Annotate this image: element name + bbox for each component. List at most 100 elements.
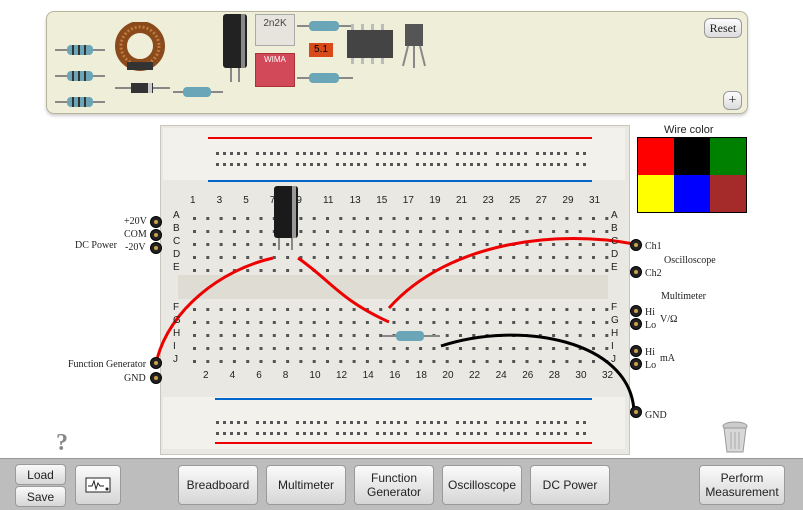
oscilloscope-title: Oscilloscope: [664, 255, 716, 266]
trash-icon[interactable]: [720, 420, 750, 454]
oscilloscope-icon: [85, 477, 111, 493]
osc-ch2-label: Ch2: [645, 268, 662, 279]
column-number: 8: [282, 370, 289, 381]
column-number: 14: [362, 370, 374, 381]
mm-hi2-label: Hi: [645, 347, 655, 358]
mm-lo2-label: Lo: [645, 360, 657, 371]
column-number: 27: [535, 195, 547, 206]
column-number: 23: [482, 195, 494, 206]
wire-red[interactable]: [387, 237, 635, 310]
column-number: 22: [469, 370, 481, 381]
column-number: 13: [349, 195, 361, 206]
wire-color-yellow[interactable]: [638, 175, 674, 212]
osc-ch1-label: Ch1: [645, 241, 662, 252]
column-number: 32: [602, 370, 614, 381]
column-number: 26: [522, 370, 534, 381]
row-label: D: [173, 249, 181, 260]
dc-minus-label: -20V: [125, 242, 146, 253]
placed-resistor[interactable]: [396, 331, 424, 341]
function-generator-title: Function Generator: [68, 359, 147, 370]
column-number: 29: [562, 195, 574, 206]
breadboard-button[interactable]: Breadboard: [178, 465, 258, 505]
column-number: 9: [296, 195, 302, 206]
fg-signal-terminal[interactable]: [150, 357, 162, 369]
dc-plus-label: +20V: [124, 216, 147, 227]
mm-hi-volt-terminal[interactable]: [630, 305, 642, 317]
fg-gnd-label: GND: [124, 373, 146, 384]
column-number: 30: [575, 370, 587, 381]
fg-gnd-terminal[interactable]: [150, 372, 162, 384]
dc-power-button[interactable]: DC Power: [530, 465, 610, 505]
row-label: I: [611, 341, 614, 352]
row-label: F: [173, 302, 180, 313]
row-label: I: [173, 341, 176, 352]
mm-lo-volt-terminal[interactable]: [630, 318, 642, 330]
column-number: 16: [389, 370, 401, 381]
column-number: 6: [256, 370, 262, 381]
perform-measurement-button[interactable]: Perform Measurement: [699, 465, 785, 505]
row-label: C: [611, 236, 619, 247]
row-label: E: [611, 262, 618, 273]
row-label: C: [173, 236, 181, 247]
column-number: 25: [509, 195, 521, 206]
column-number: 4: [229, 370, 236, 381]
row-label: H: [611, 328, 619, 339]
row-label: G: [611, 315, 619, 326]
column-number: 19: [429, 195, 441, 206]
column-number: 11: [323, 195, 334, 206]
column-number: 5: [243, 195, 249, 206]
column-number: 7: [269, 195, 276, 206]
mm-lo-label: Lo: [645, 320, 657, 331]
multimeter-title: Multimeter: [661, 291, 706, 302]
row-label: A: [173, 210, 180, 221]
osc-ch1-terminal[interactable]: [630, 239, 642, 251]
column-number: 18: [415, 370, 427, 381]
mm-hi-ma-terminal[interactable]: [630, 345, 642, 357]
multimeter-button[interactable]: Multimeter: [266, 465, 346, 505]
mm-lo-ma-terminal[interactable]: [630, 358, 642, 370]
load-button[interactable]: Load: [15, 464, 66, 485]
wire-color-red[interactable]: [638, 138, 674, 175]
oscilloscope-button[interactable]: Oscilloscope: [442, 465, 522, 505]
save-button[interactable]: Save: [15, 486, 66, 507]
column-number: 3: [216, 195, 223, 206]
mm-ma-label: mA: [660, 353, 675, 364]
wires-layer: [155, 186, 636, 412]
osc-ch2-terminal[interactable]: [630, 266, 642, 278]
help-icon[interactable]: ?: [56, 430, 68, 457]
row-label: H: [173, 328, 181, 339]
wire-color-green[interactable]: [710, 138, 746, 175]
dc-minus-terminal[interactable]: [150, 242, 162, 254]
gnd-terminal[interactable]: [630, 406, 642, 418]
row-label: E: [173, 262, 180, 273]
row-label: B: [173, 223, 180, 234]
row-label: J: [611, 354, 616, 365]
row-label: B: [611, 223, 618, 234]
row-label: G: [173, 315, 181, 326]
function-generator-button[interactable]: Function Generator: [354, 465, 434, 505]
column-number: 28: [548, 370, 560, 381]
dc-com-label: COM: [124, 229, 147, 240]
column-number: 21: [456, 195, 468, 206]
dc-com-terminal[interactable]: [150, 229, 162, 241]
column-number: 17: [402, 195, 414, 206]
column-number: 12: [336, 370, 348, 381]
row-label: D: [611, 249, 619, 260]
column-number: 20: [442, 370, 454, 381]
column-number: 10: [309, 370, 321, 381]
mm-volt-label: V/Ω: [660, 314, 678, 325]
wire-color-brown[interactable]: [710, 175, 746, 212]
wire-color-black[interactable]: [674, 138, 710, 175]
column-number: 15: [376, 195, 388, 206]
column-number: 2: [203, 370, 209, 381]
column-number: 1: [190, 195, 196, 206]
wire-color-blue[interactable]: [674, 175, 710, 212]
row-label: A: [611, 210, 618, 221]
wire-red[interactable]: [297, 256, 390, 324]
row-label: J: [173, 354, 178, 365]
scope-view-button[interactable]: [75, 465, 121, 505]
dc-power-title: DC Power: [75, 240, 117, 251]
dc-plus-terminal[interactable]: [150, 216, 162, 228]
gnd-label: GND: [645, 410, 667, 421]
mm-hi-label: Hi: [645, 307, 655, 318]
